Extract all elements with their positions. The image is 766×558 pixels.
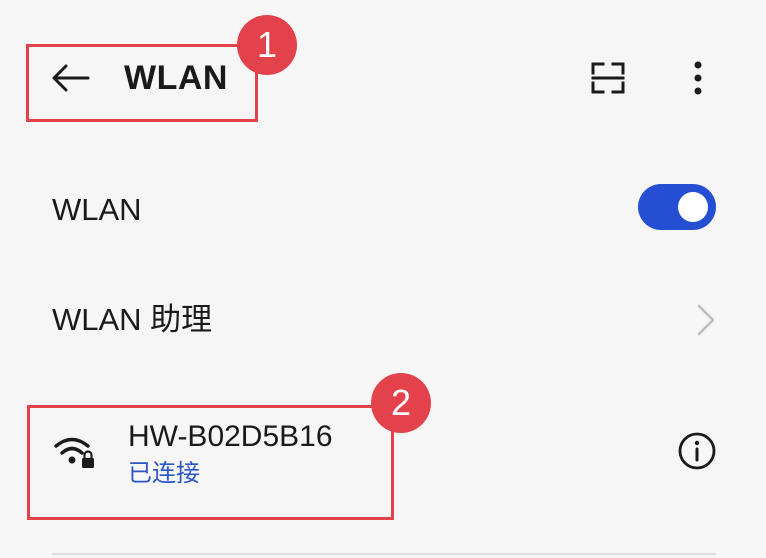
annotation-badge-2: 2 — [371, 373, 431, 433]
scan-frame-icon — [591, 62, 625, 94]
toggle-knob — [678, 192, 708, 222]
list-divider — [52, 553, 716, 555]
annotation-box-header — [26, 44, 258, 122]
scan-button[interactable] — [584, 56, 632, 100]
wlan-assistant-label: WLAN 助理 — [52, 302, 213, 337]
more-vertical-icon — [694, 61, 702, 95]
more-options-button[interactable] — [676, 56, 720, 100]
annotation-box-network — [27, 405, 394, 520]
annotation-badge-1: 1 — [237, 15, 297, 75]
wlan-assistant-row[interactable]: WLAN 助理 — [0, 280, 766, 360]
wlan-label: WLAN — [52, 192, 142, 227]
wlan-toggle-switch[interactable] — [638, 184, 716, 230]
info-icon[interactable] — [676, 430, 718, 472]
chevron-right-icon — [697, 304, 715, 336]
